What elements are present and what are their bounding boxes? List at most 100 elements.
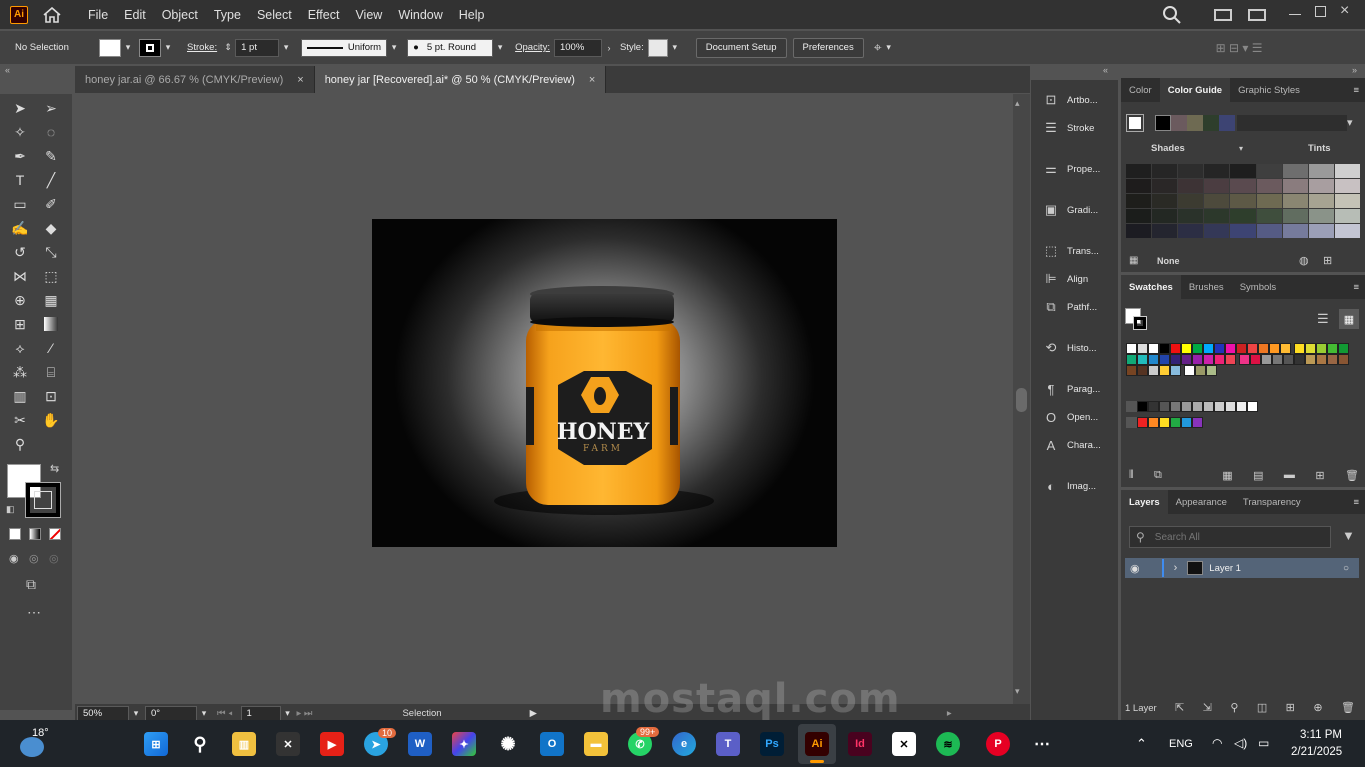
harmony-dropdown[interactable]: ▾ <box>1347 116 1353 129</box>
close-tab-icon[interactable]: × <box>297 74 303 86</box>
artboard-tool-icon[interactable]: ⊡ <box>40 386 62 406</box>
gradient-mode-icon[interactable] <box>29 528 41 540</box>
spotify-icon[interactable]: ≋ <box>936 732 960 756</box>
live-paint-icon[interactable]: ⌸ <box>40 362 62 382</box>
screen-mode-icon[interactable]: ⧉ <box>26 576 36 593</box>
copilot-icon[interactable]: ✦ <box>452 732 476 756</box>
type-tool-icon[interactable]: T <box>9 170 31 190</box>
free-transform-icon[interactable]: ⬚ <box>40 266 62 286</box>
minimize-button[interactable] <box>1289 14 1301 15</box>
dock-align[interactable]: ⊫ Align <box>1031 266 1118 292</box>
tab-graphic-styles[interactable]: Graphic Styles <box>1230 78 1308 102</box>
stroke-weight-dropdown[interactable]: ▾ <box>279 39 293 57</box>
clock-time[interactable]: 3:11 PM <box>1300 729 1342 741</box>
restore-button[interactable] <box>1315 6 1326 17</box>
store-icon[interactable]: ▥ <box>232 732 256 756</box>
artboard-nav-first[interactable]: ⏮ ◂ <box>217 708 233 719</box>
collapse-right-icon[interactable]: » <box>1352 65 1357 75</box>
draw-inside-icon[interactable]: ◎ <box>49 552 59 565</box>
more-apps-icon[interactable]: ⋯ <box>1030 732 1054 756</box>
swap-fill-stroke-icon[interactable]: ⇆ <box>50 462 59 475</box>
style-swatch[interactable] <box>647 38 668 57</box>
selection-tool-icon[interactable]: ➤ <box>9 98 31 118</box>
panel-menu-icon[interactable]: ≡ <box>1353 497 1359 508</box>
dock-character[interactable]: A Chara... <box>1031 432 1118 458</box>
brush-dropdown[interactable]: ▾ <box>493 39 507 57</box>
shaper-tool-icon[interactable]: ✍ <box>9 218 31 238</box>
tab-color[interactable]: Color <box>1121 78 1160 102</box>
dock-paragraph[interactable]: ¶ Parag... <box>1031 376 1118 402</box>
battery-icon[interactable]: ▭ <box>1258 736 1269 750</box>
tray-chevron-icon[interactable]: ⌃ <box>1136 736 1147 752</box>
magic-wand-icon[interactable]: ✧ <box>9 122 31 142</box>
layer-row[interactable]: ◉ › Layer 1 ○ <box>1125 558 1359 578</box>
show-kinds-icon[interactable]: ▦ <box>1222 469 1232 482</box>
clipping-mask-icon[interactable]: ◫ <box>1257 701 1267 714</box>
fill-dropdown[interactable]: ▾ <box>121 39 135 57</box>
menu-edit[interactable]: Edit <box>116 8 154 22</box>
chatgpt-icon[interactable]: ✺ <box>496 732 520 756</box>
tab-honey-jar[interactable]: honey jar.ai @ 66.67 % (CMYK/Preview) × <box>75 66 315 93</box>
symbol-sprayer-icon[interactable]: ⁂ <box>9 362 31 382</box>
perspective-grid-icon[interactable]: ▦ <box>40 290 62 310</box>
tab-brushes[interactable]: Brushes <box>1181 275 1232 299</box>
menu-file[interactable]: File <box>80 8 116 22</box>
swatch-options-icon[interactable]: ▤ <box>1253 469 1263 482</box>
puppet-warp-icon[interactable]: ⌖ <box>874 39 882 56</box>
language-indicator[interactable]: ENG <box>1169 738 1193 750</box>
zoom-field[interactable]: 50% <box>77 705 129 721</box>
dock-history[interactable]: ⟲ Histo... <box>1031 335 1118 361</box>
layer-name[interactable]: Layer 1 <box>1209 563 1241 574</box>
dock-pathfinder[interactable]: ⧉ Pathf... <box>1031 294 1118 320</box>
scroll-thumb[interactable] <box>1016 388 1027 412</box>
capcut-2-icon[interactable]: ✕ <box>892 732 916 756</box>
line-tool-icon[interactable]: ╱ <box>40 170 62 190</box>
tab-swatches[interactable]: Swatches <box>1121 275 1181 299</box>
collapse-dock-icon[interactable]: « <box>1103 65 1108 75</box>
opacity-label[interactable]: Opacity: <box>515 42 550 53</box>
status-arrow[interactable]: ▶ <box>530 708 537 719</box>
outlook-icon[interactable]: O <box>540 732 564 756</box>
gradient-tool-icon[interactable] <box>40 314 62 334</box>
artboard[interactable]: HONEY FARM <box>372 219 837 547</box>
swatch-actions[interactable]: ⫴ ⧉ ▦ ▤ ▬ ⊞ 🗑 <box>1129 469 1359 482</box>
expand-chevron-icon[interactable]: › <box>1174 562 1178 574</box>
artboard-number[interactable]: 1 <box>240 705 281 721</box>
vertical-scrollbar[interactable]: ▴ ▾ <box>1013 94 1030 704</box>
search-icon[interactable] <box>1162 5 1182 25</box>
clock-date[interactable]: 2/21/2025 <box>1291 746 1342 758</box>
more-tools-icon[interactable]: ⋯ <box>27 604 41 621</box>
start-icon[interactable]: ⊞ <box>144 732 168 756</box>
opacity-field[interactable]: 100% <box>553 38 602 57</box>
style-dropdown[interactable]: ▾ <box>668 39 682 57</box>
volume-icon[interactable]: ◁) <box>1234 736 1247 750</box>
rotation-field[interactable]: 0° <box>145 705 197 721</box>
arrange-icon[interactable] <box>1248 9 1266 21</box>
stroke-weight-field[interactable]: 1 pt <box>235 38 280 57</box>
collect-export-icon[interactable]: ⇱ <box>1175 701 1184 714</box>
tab-transparency[interactable]: Transparency <box>1235 490 1309 514</box>
grayscale-group[interactable] <box>1126 401 1258 412</box>
tab-layers[interactable]: Layers <box>1121 490 1168 514</box>
word-icon[interactable]: W <box>408 732 432 756</box>
tab-honey-jar-recovered[interactable]: honey jar [Recovered].ai* @ 50 % (CMYK/P… <box>314 66 607 93</box>
workspace-icon[interactable] <box>1214 9 1232 21</box>
stroke-color-box[interactable] <box>25 482 61 518</box>
artboard-nav-last[interactable]: ▸ ⏭ <box>297 708 313 719</box>
preferences-button[interactable]: Preferences <box>792 37 864 58</box>
close-tab-icon[interactable]: × <box>589 74 595 86</box>
panel-menu-icon[interactable]: ≡ <box>1353 282 1359 293</box>
target-icon[interactable]: ○ <box>1343 563 1349 574</box>
place-swatches-icon[interactable]: ⧉ <box>1154 469 1162 482</box>
limit-colors-icon[interactable]: ▦ <box>1129 255 1138 266</box>
tab-appearance[interactable]: Appearance <box>1168 490 1235 514</box>
pen-tool-icon[interactable]: ✒ <box>9 146 31 166</box>
pinterest-icon[interactable]: P <box>986 732 1010 756</box>
shape-builder-icon[interactable]: ⊕ <box>9 290 31 310</box>
photoshop-icon[interactable]: Ps <box>760 732 784 756</box>
dock-image-trace[interactable]: ◐ Imag... <box>1031 473 1118 499</box>
stroke-label[interactable]: Stroke: <box>187 42 217 53</box>
direct-selection-tool-icon[interactable]: ➢ <box>40 98 62 118</box>
swatch-stroke-indicator[interactable] <box>1133 316 1147 330</box>
default-colors-icon[interactable]: ◧ <box>6 504 15 515</box>
